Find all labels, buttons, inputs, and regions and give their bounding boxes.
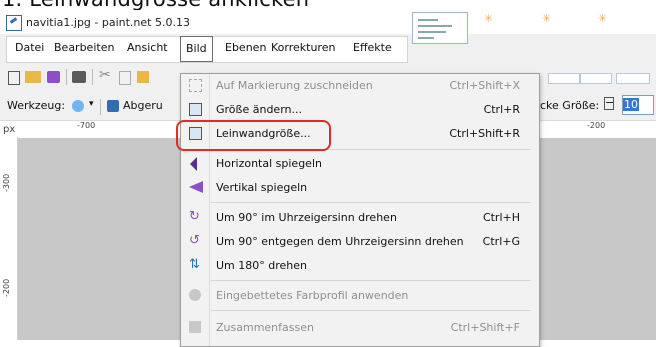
chevron-down-icon[interactable]: ▾ xyxy=(89,99,94,109)
tool-picker-icon[interactable] xyxy=(72,100,84,112)
ruler-mark: -700 xyxy=(77,121,96,130)
menu-item-flatten[interactable]: Zusammenfassen Ctrl+Shift+F xyxy=(181,316,539,340)
paintnet-window: navitia1.jpg - paint.net 5.0.13 ✳ ✳ ✳ Da… xyxy=(0,10,656,347)
new-file-icon[interactable] xyxy=(8,71,20,85)
menu-item-label: Um 90° im Uhrzeigersinn drehen xyxy=(216,211,397,224)
flatten-icon xyxy=(189,321,201,333)
print-icon[interactable] xyxy=(72,71,86,83)
toolbar-divider xyxy=(66,69,67,85)
menu-effekte[interactable]: Effekte xyxy=(353,41,392,54)
flip-horizontal-icon xyxy=(190,157,197,171)
brush-size-input[interactable]: 10 xyxy=(622,95,654,115)
menu-item-shortcut: Ctrl+R xyxy=(483,103,520,116)
menu-item-shortcut: Ctrl+G xyxy=(482,235,520,248)
flip-vertical-icon xyxy=(189,181,203,193)
rotate-clockwise-icon: ↻ xyxy=(189,209,200,224)
menu-item-label: Um 90° entgegen dem Uhrzeigersinn drehen xyxy=(216,235,464,248)
highlight-annotation xyxy=(176,120,331,151)
menu-item-crop[interactable]: Auf Markierung zuschneiden Ctrl+Shift+X xyxy=(181,74,539,98)
sparkle-icon: ✳ xyxy=(542,12,552,25)
cut-icon[interactable]: ✂ xyxy=(99,67,111,83)
paintnet-app-icon xyxy=(6,15,22,31)
decrease-size-button[interactable]: − xyxy=(604,97,614,110)
menu-bearbeiten[interactable]: Bearbeiten xyxy=(54,41,114,54)
menu-item-label: Zusammenfassen xyxy=(216,321,314,334)
vertical-ruler: -300 -200 xyxy=(0,137,18,340)
brush-size-value: 10 xyxy=(623,98,639,111)
menu-datei[interactable]: Datei xyxy=(15,41,44,54)
menu-separator xyxy=(211,280,531,281)
menu-item-rotate-180[interactable]: ⇅ Um 180° drehen xyxy=(181,254,539,278)
selection-mode-box[interactable] xyxy=(616,73,650,84)
antialiasing-label: Abgeru xyxy=(123,99,163,112)
menu-ansicht[interactable]: Ansicht xyxy=(127,41,168,54)
paste-icon[interactable] xyxy=(137,71,149,83)
rotate-180-icon: ⇅ xyxy=(189,257,200,272)
ruler-unit: px xyxy=(3,124,16,135)
image-tabs: ✳ ✳ ✳ xyxy=(412,10,656,44)
menu-item-label: Auf Markierung zuschneiden xyxy=(216,79,373,92)
menu-bar: Datei Bearbeiten Ansicht Bild Ebenen Kor… xyxy=(6,36,408,63)
menu-item-rotate-cw[interactable]: ↻ Um 90° im Uhrzeigersinn drehen Ctrl+H xyxy=(181,206,539,230)
ruler-mark: -200 xyxy=(2,278,11,297)
window-title: navitia1.jpg - paint.net 5.0.13 xyxy=(26,16,190,29)
copy-icon[interactable] xyxy=(119,71,131,85)
menu-separator xyxy=(211,310,531,311)
selection-mode-box[interactable] xyxy=(580,73,612,84)
resize-image-icon xyxy=(189,103,202,116)
menu-separator xyxy=(211,202,531,203)
antialiasing-icon[interactable] xyxy=(107,100,119,112)
menu-item-label: Eingebettetes Farbprofil anwenden xyxy=(216,289,409,302)
menu-item-shortcut: Ctrl+Shift+R xyxy=(449,127,520,140)
ruler-mark: -200 xyxy=(587,121,606,130)
save-icon[interactable] xyxy=(47,71,60,83)
menu-item-label: Horizontal spiegeln xyxy=(216,157,322,170)
menu-item-flip-horizontal[interactable]: Horizontal spiegeln xyxy=(181,152,539,176)
toolbar-divider xyxy=(100,99,101,115)
selection-mode-box[interactable] xyxy=(548,73,580,84)
open-folder-icon[interactable] xyxy=(25,71,41,83)
menu-item-rotate-ccw[interactable]: ↺ Um 90° entgegen dem Uhrzeigersinn dreh… xyxy=(181,230,539,254)
menu-item-resize[interactable]: Größe ändern... Ctrl+R xyxy=(181,98,539,122)
menu-item-label: Größe ändern... xyxy=(216,103,302,116)
bild-menu-dropdown: Auf Markierung zuschneiden Ctrl+Shift+X … xyxy=(180,73,540,347)
toolbar-divider xyxy=(92,69,93,85)
menu-korrekturen[interactable]: Korrekturen xyxy=(271,41,335,54)
ruler-mark: -300 xyxy=(2,173,11,192)
sparkle-icon: ✳ xyxy=(598,12,608,25)
menu-item-label: Um 180° drehen xyxy=(216,259,307,272)
rotate-counterclockwise-icon: ↺ xyxy=(189,233,200,248)
menu-bild[interactable]: Bild xyxy=(180,36,213,62)
menu-item-flip-vertical[interactable]: Vertikal spiegeln xyxy=(181,176,539,200)
sparkle-icon: ✳ xyxy=(484,12,494,25)
menu-item-color-profile[interactable]: Eingebettetes Farbprofil anwenden xyxy=(181,284,539,308)
crop-icon xyxy=(189,79,202,92)
image-thumbnail[interactable] xyxy=(412,12,468,44)
brush-size-label: cke Größe: xyxy=(540,99,600,112)
color-profile-icon xyxy=(189,289,201,301)
menu-item-shortcut: Ctrl+Shift+X xyxy=(449,79,520,92)
menu-item-shortcut: Ctrl+Shift+F xyxy=(450,321,520,334)
menu-ebenen[interactable]: Ebenen xyxy=(225,41,266,54)
menu-item-label: Vertikal spiegeln xyxy=(216,181,308,194)
menu-item-shortcut: Ctrl+H xyxy=(482,211,520,224)
werkzeug-label: Werkzeug: xyxy=(7,99,66,112)
